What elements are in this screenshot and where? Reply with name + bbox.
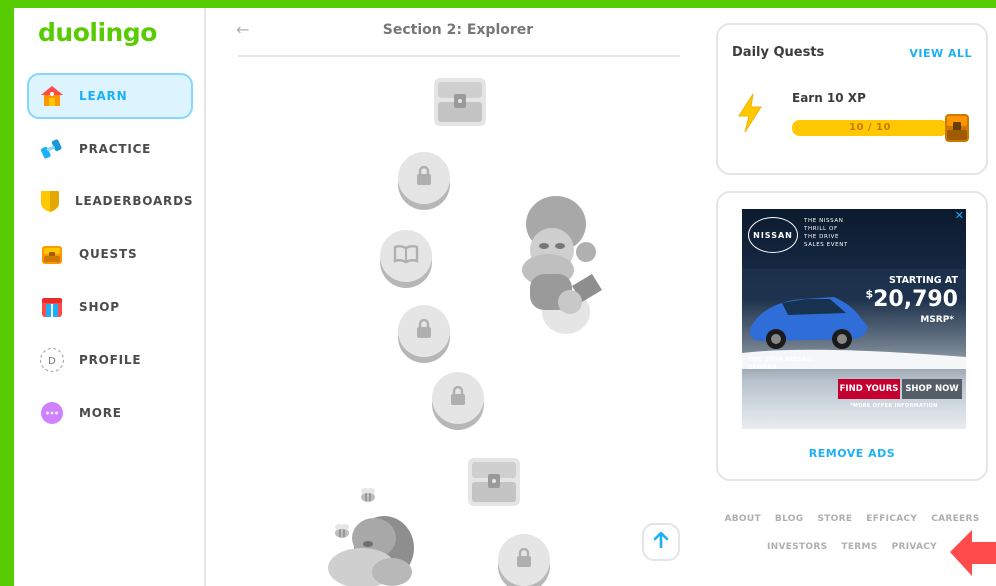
learning-path: ← Section 2: Explorer [208,8,708,586]
sidebar-item-more[interactable]: MORE [27,390,193,436]
remove-ads-link[interactable]: REMOVE ADS [718,447,986,460]
footer-links: INVESTORS TERMS PRIVACY [716,542,988,552]
sidebar-item-label: LEARN [79,89,128,103]
scroll-to-top-button[interactable] [642,523,680,561]
character-illustration [508,190,612,340]
sidebar-item-quests[interactable]: QUESTS [27,231,193,277]
more-icon [39,400,65,426]
footer-link-investors[interactable]: INVESTORS [767,542,827,552]
close-icon[interactable]: ✕ [955,209,964,222]
character-illustration [322,508,432,586]
ad-msrp: MSRP* [920,315,954,325]
quest-progress-text: 10 / 10 [849,122,891,133]
view-all-link[interactable]: VIEW ALL [909,47,972,60]
sidebar-item-label: LEADERBOARDS [75,194,194,208]
footer-link-privacy[interactable]: PRIVACY [892,542,937,552]
treasure-chest-icon[interactable] [464,452,524,516]
ad-card: ✕ NISSAN THE NISSAN THRILL OF THE DRIVE … [716,191,988,481]
arrow-left-icon[interactable]: ← [236,20,249,39]
footer-link-careers[interactable]: CAREERS [931,514,979,524]
duolingo-logo[interactable]: duolingo [38,18,157,47]
lock-icon [415,318,433,343]
sidebar-item-shop[interactable]: SHOP [27,284,193,330]
lock-icon [415,165,433,190]
sidebar-item-label: SHOP [79,300,120,314]
pointer-arrow-icon [950,528,996,582]
ad-price-value: 20,790 [873,287,958,312]
footer-links: ABOUT BLOG STORE EFFICACY CAREERS [716,514,988,524]
daily-quests-title: Daily Quests [732,45,825,60]
locked-lesson-node[interactable] [498,534,550,586]
shop-icon [39,294,65,320]
shield-icon [39,188,61,214]
ad-offer-info[interactable]: *MORE OFFER INFORMATION [850,403,938,409]
footer-link-store[interactable]: STORE [817,514,852,524]
sidebar-item-practice[interactable]: PRACTICE [27,126,193,172]
treasure-chest-icon[interactable] [430,70,490,134]
sidebar-item-label: QUESTS [79,247,138,261]
ad-tagline: THE NISSAN THRILL OF THE DRIVE SALES EVE… [804,218,848,248]
story-lesson-node[interactable] [380,230,432,282]
lock-icon [515,547,533,572]
footer-link-about[interactable]: ABOUT [724,514,760,524]
locked-lesson-node[interactable] [432,372,484,424]
quest-progress-bar: 10 / 10 [792,120,948,136]
sidebar-item-profile[interactable]: D PROFILE [27,337,193,383]
sidebar-item-leaderboards[interactable]: LEADERBOARDS [27,178,193,224]
find-yours-button[interactable]: FIND YOURS [838,379,900,399]
locked-lesson-node[interactable] [398,152,450,204]
app-window: duolingo LEARN PRACTICE LEADERBOARDS QUE… [14,8,996,586]
sidebar-item-learn[interactable]: LEARN [27,73,193,119]
ad-starting-at: STARTING AT [889,275,958,286]
sidebar-item-label: MORE [79,406,122,420]
footer-link-blog[interactable]: BLOG [775,514,804,524]
sidebar-item-label: PRACTICE [79,142,152,156]
footer-link-terms[interactable]: TERMS [841,542,877,552]
section-title: Section 2: Explorer [382,22,534,38]
ad-fine-print: *As Shown $20,790 MSRP 2024 Sentra SV wi… [746,411,958,420]
sidebar: duolingo LEARN PRACTICE LEADERBOARDS QUE… [14,8,206,586]
shop-now-button[interactable]: SHOP NOW [902,379,962,399]
footer-link-efficacy[interactable]: EFFICACY [866,514,917,524]
dumbbell-icon [39,136,65,162]
daily-quests-card: Daily Quests VIEW ALL Earn 10 XP 10 / 10 [716,23,988,175]
profile-avatar-letter: D [48,356,56,367]
ad-price: $20,790 [865,287,958,312]
nissan-logo: NISSAN [748,217,798,253]
bee-icon [358,486,378,508]
quest-name: Earn 10 XP [792,91,866,105]
treasure-chest-icon [944,110,970,148]
sidebar-item-label: PROFILE [79,353,142,367]
lightning-icon [736,93,764,137]
book-icon [393,244,419,268]
profile-avatar-icon: D [39,347,65,373]
nissan-logo-text: NISSAN [753,230,793,240]
section-divider [238,55,680,57]
ad-price-symbol: $ [865,287,874,301]
home-icon [39,83,65,109]
locked-lesson-node[interactable] [398,305,450,357]
lock-icon [449,385,467,410]
ad-model: THE 2024 NISSAN SENTRA [748,355,813,371]
treasure-chest-icon [39,241,65,267]
nissan-ad[interactable]: ✕ NISSAN THE NISSAN THRILL OF THE DRIVE … [742,209,966,429]
arrow-up-icon [653,531,669,552]
